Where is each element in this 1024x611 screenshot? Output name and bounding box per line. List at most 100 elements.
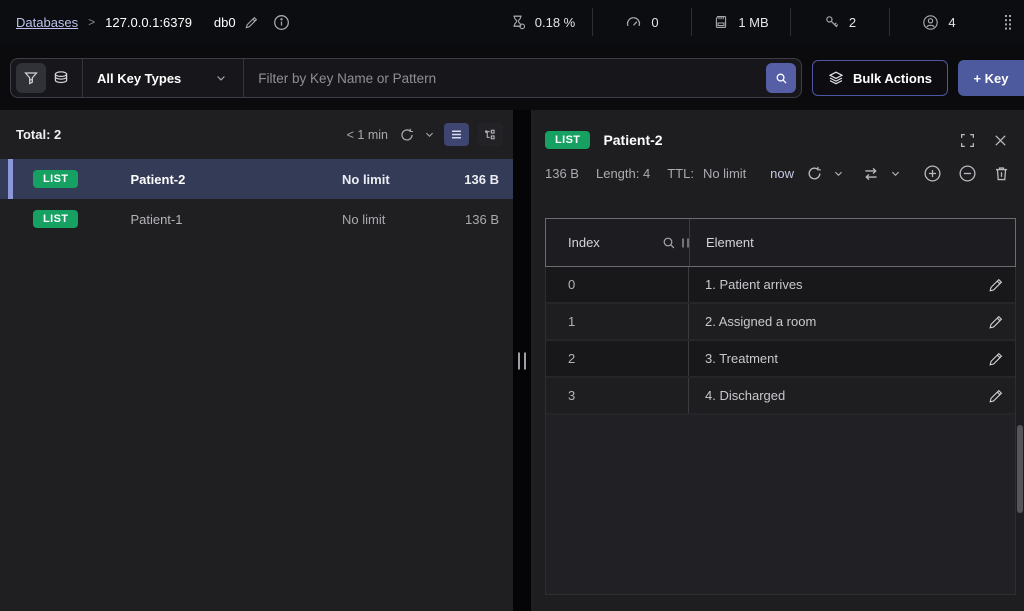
key-detail-panel: LIST Patient-2 136 B Length: 4 TTL: No l… [531,110,1024,611]
panel-resize-gutter[interactable] [513,110,531,611]
chevron-down-icon [215,72,227,84]
bulk-actions-button[interactable]: Bulk Actions [812,60,948,96]
db-overview-stats: 0.18 % 0 1 MB 2 4 [493,0,988,44]
key-filter-container: All Key Types [10,58,802,98]
key-name: Patient-1 [130,212,342,227]
table-row[interactable]: 1 2. Assigned a room [546,304,1015,341]
list-elements-table: Index Element 0 1. Patient arrives 1 [545,218,1016,595]
key-row-patient-2[interactable]: LIST Patient-2 No limit 136 B [0,159,513,199]
refresh-icon[interactable] [806,165,823,182]
row-index: 2 [546,341,689,376]
key-type-filter-select[interactable]: All Key Types [82,59,244,97]
ttl-value[interactable]: No limit [703,166,746,181]
column-resize-handle[interactable] [682,238,689,247]
keys-last-refresh-label: < 1 min [347,128,388,142]
table-row[interactable]: 3 4. Discharged [546,378,1015,415]
stat-commands-per-sec-value: 0 [651,15,658,30]
key-type-filter-value: All Key Types [97,71,181,86]
column-search-icon[interactable] [661,235,677,251]
key-icon [824,14,840,30]
row-element-value[interactable]: 3. Treatment [689,341,988,376]
key-detail-subheader: 136 B Length: 4 TTL: No limit now [531,149,1024,183]
row-index: 1 [546,304,689,339]
key-search-input[interactable] [244,71,766,86]
edit-element-icon[interactable] [988,341,1015,376]
db-index-label: db0 [214,15,236,30]
edit-element-icon[interactable] [988,304,1015,339]
stat-total-keys-value: 2 [849,15,856,30]
formatter-chevron-icon[interactable] [890,168,901,179]
table-header: Index Element [545,218,1016,267]
stat-cpu-usage: 0.18 % [493,8,592,36]
scrollbar-thumb[interactable] [1017,425,1023,513]
key-type-badge: LIST [545,131,590,149]
key-detail-header: LIST Patient-2 [531,110,1024,149]
resize-handle-icon[interactable] [518,352,526,369]
table-row[interactable]: 0 1. Patient arrives [546,267,1015,304]
detail-key-length: Length: 4 [596,166,650,181]
bulk-actions-label: Bulk Actions [853,71,932,86]
browser-main: Total: 2 < 1 min LIST Patient-2 N [0,110,1024,611]
keys-total-label: Total: 2 [16,127,61,142]
formatter-swap-icon[interactable] [862,165,880,183]
key-type-badge: LIST [33,170,78,188]
refresh-icon[interactable] [399,127,415,143]
key-list-header: Total: 2 < 1 min [0,110,513,159]
row-element-value[interactable]: 2. Assigned a room [689,304,988,339]
key-list-panel: Total: 2 < 1 min LIST Patient-2 N [0,110,513,611]
ttl-label: TTL: [667,166,694,181]
row-index: 3 [546,378,689,413]
search-by-values-icon[interactable] [46,63,76,93]
key-name: Patient-2 [130,172,342,187]
stat-total-keys: 2 [790,8,889,36]
edit-element-icon[interactable] [988,378,1015,413]
table-row[interactable]: 2 3. Treatment [546,341,1015,378]
remove-element-icon[interactable] [958,164,977,183]
auto-refresh-chevron-icon[interactable] [424,129,435,140]
key-size: 136 B [437,212,499,227]
edit-element-icon[interactable] [988,267,1015,302]
overview-more-icon[interactable] [988,14,1014,31]
column-header-index[interactable]: Index [546,219,689,266]
breadcrumb-databases-link[interactable]: Databases [16,15,78,30]
user-icon [922,14,939,31]
fullscreen-icon[interactable] [959,132,976,149]
tree-view-toggle[interactable] [478,123,503,146]
add-key-button[interactable]: + Key [958,60,1024,96]
stat-commands-per-sec: 0 [592,8,691,36]
breadcrumb-host: 127.0.0.1:6379 [105,15,192,30]
detail-key-name: Patient-2 [603,132,662,148]
delete-key-icon[interactable] [993,165,1010,182]
db-info-icon[interactable] [273,14,290,31]
auto-refresh-chevron-icon[interactable] [833,168,844,179]
detail-key-size: 136 B [545,166,579,181]
stat-connected-clients-value: 4 [948,15,955,30]
column-header-element[interactable]: Element [689,219,1015,266]
cpu-usage-icon [510,14,526,30]
detail-last-refresh-label: now [770,166,794,181]
stat-total-memory: 1 MB [691,8,790,36]
row-index: 0 [546,267,689,302]
list-view-toggle[interactable] [444,123,469,146]
gauge-icon [625,14,642,31]
add-element-icon[interactable] [923,164,942,183]
key-ttl: No limit [342,172,437,187]
stat-total-memory-value: 1 MB [738,15,768,30]
search-submit-button[interactable] [766,63,796,93]
index-column-label: Index [568,235,600,250]
edit-db-alias-icon[interactable] [244,15,259,30]
memory-card-icon [713,14,729,30]
filter-icon[interactable] [16,63,46,93]
close-icon[interactable] [993,133,1008,148]
breadcrumb-separator: > [88,15,95,29]
layers-icon [828,70,844,86]
key-type-badge: LIST [33,210,78,228]
key-row-patient-1[interactable]: LIST Patient-1 No limit 136 B [0,199,513,239]
row-element-value[interactable]: 4. Discharged [689,378,988,413]
stat-cpu-usage-value: 0.18 % [535,15,575,30]
row-element-value[interactable]: 1. Patient arrives [689,267,988,302]
key-size: 136 B [437,172,499,187]
element-column-label: Element [706,235,754,250]
key-ttl: No limit [342,212,437,227]
keys-toolbar: All Key Types Bulk Actions + Key [0,58,1024,98]
